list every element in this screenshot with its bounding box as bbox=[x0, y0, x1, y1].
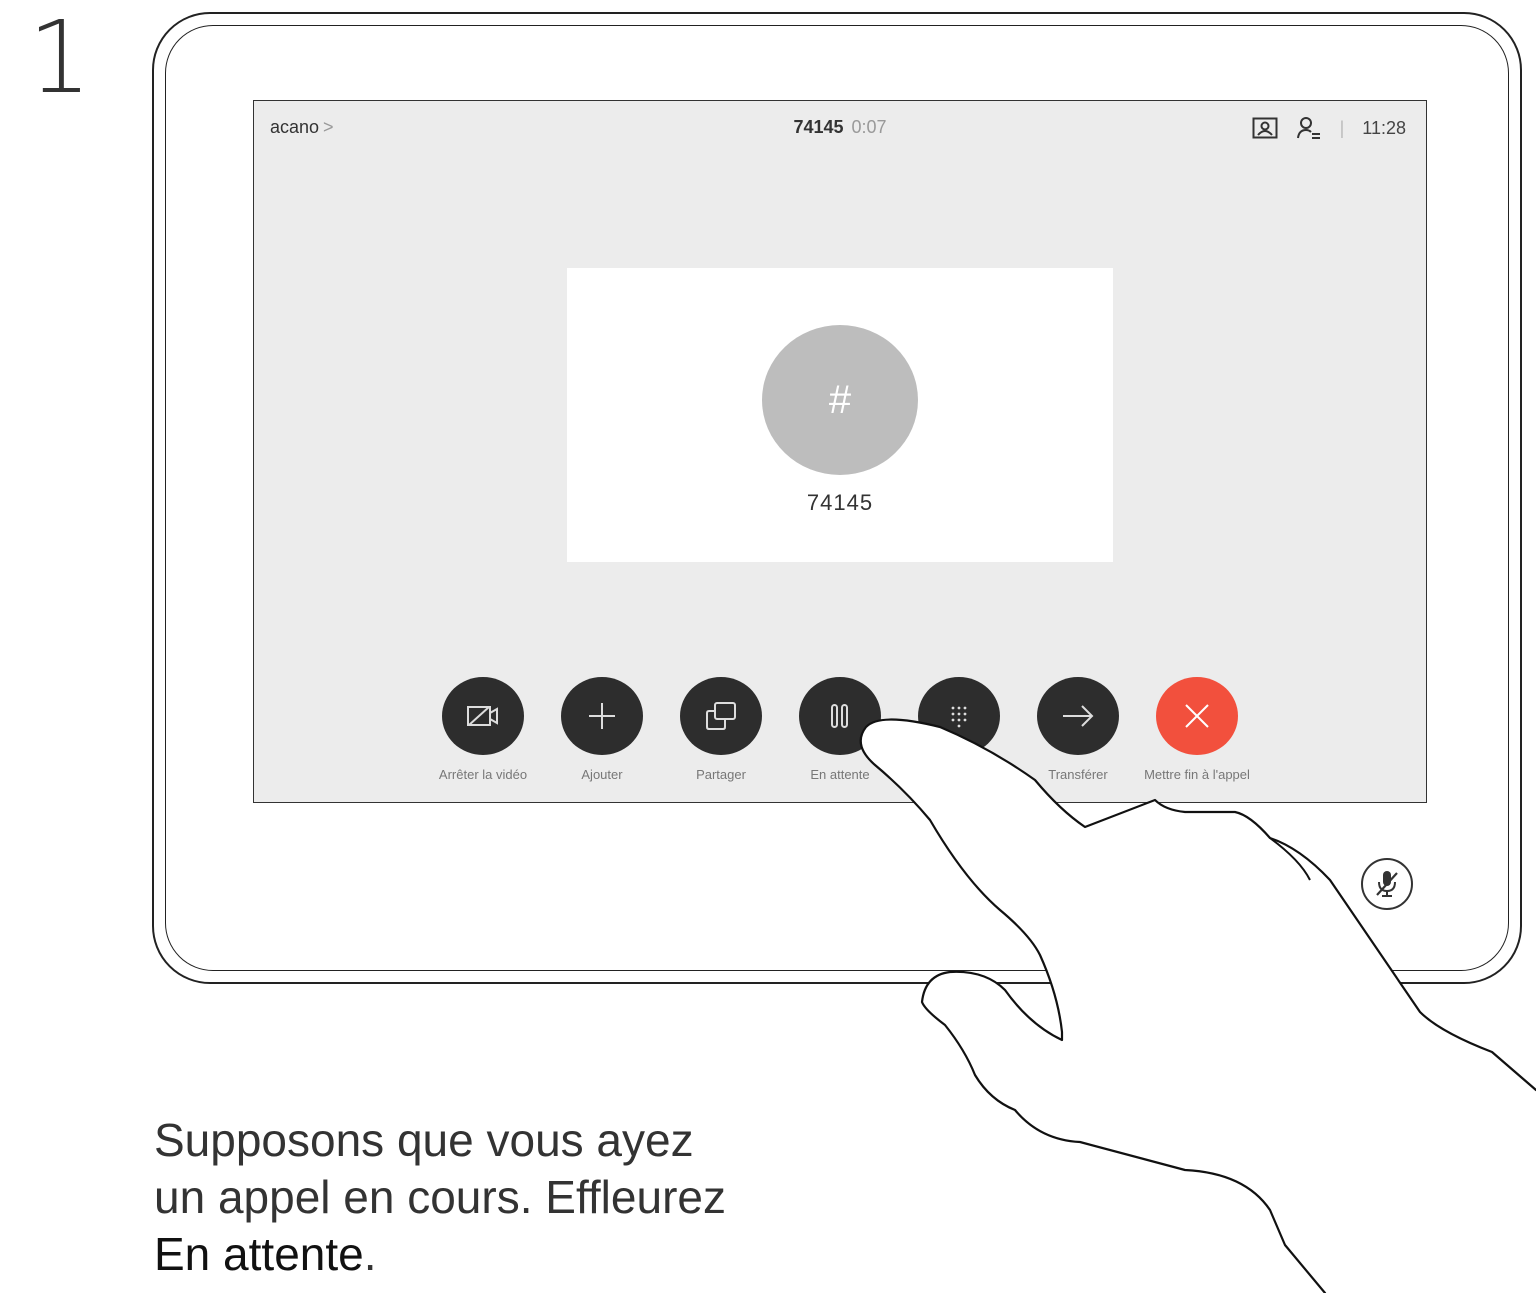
avatar-hash-icon: # bbox=[828, 377, 852, 422]
arrow-right-icon bbox=[1063, 705, 1094, 727]
add-label: Ajouter bbox=[581, 767, 623, 782]
end-call-button[interactable] bbox=[1156, 677, 1238, 755]
caption-emphasis: En attente bbox=[154, 1228, 364, 1280]
hold-button[interactable] bbox=[799, 677, 881, 755]
share-icon bbox=[706, 702, 736, 730]
caption-line-2: un appel en cours. Effleurez bbox=[154, 1171, 726, 1223]
transfer-label: Transférer bbox=[1048, 767, 1108, 782]
stop-video-button[interactable] bbox=[442, 677, 524, 755]
share-label: Partager bbox=[696, 767, 746, 782]
end-call-label: Mettre fin à l'appel bbox=[1144, 767, 1250, 782]
status-separator: | bbox=[1339, 117, 1345, 138]
participant-card: # 74145 bbox=[567, 268, 1113, 562]
hold-control[interactable]: En attente bbox=[780, 677, 900, 782]
pause-icon bbox=[831, 704, 848, 728]
status-right: | 11:28 bbox=[1252, 113, 1406, 143]
keypad-icon bbox=[951, 706, 967, 728]
add-button[interactable] bbox=[561, 677, 643, 755]
close-icon bbox=[1185, 704, 1209, 728]
end-call-control[interactable]: Mettre fin à l'appel bbox=[1137, 677, 1257, 782]
call-number: 74145 bbox=[793, 117, 844, 137]
transfer-control[interactable]: Transférer bbox=[1018, 677, 1138, 782]
touch-screen: acano > 74145 0:07 | 11:28 # 74145 Arrêter… bbox=[253, 100, 1427, 803]
video-off-icon bbox=[467, 706, 498, 726]
avatar: # bbox=[762, 325, 918, 475]
call-duration: 0:07 bbox=[851, 117, 887, 137]
participant-number: 74145 bbox=[806, 490, 874, 515]
keypad-control[interactable] bbox=[899, 677, 1019, 767]
share-button[interactable] bbox=[680, 677, 762, 755]
participants-icon[interactable] bbox=[1296, 116, 1322, 140]
mute-microphone-button[interactable] bbox=[1361, 858, 1413, 910]
caption-end: . bbox=[363, 1228, 377, 1280]
caption-line-1: Supposons que vous ayez bbox=[154, 1114, 694, 1166]
hold-label: En attente bbox=[810, 767, 870, 782]
instruction-caption: Supposons que vous ayez un appel en cour… bbox=[154, 1112, 854, 1283]
step-number: 1 bbox=[28, 0, 92, 116]
call-info: 74145 0:07 bbox=[254, 117, 1426, 138]
share-control[interactable]: Partager bbox=[661, 677, 781, 782]
stop-video-label: Arrêter la vidéo bbox=[438, 767, 528, 782]
add-control[interactable]: Ajouter bbox=[542, 677, 662, 782]
plus-icon bbox=[589, 703, 615, 729]
self-view-icon[interactable] bbox=[1252, 117, 1278, 139]
microphone-muted-icon bbox=[1376, 871, 1398, 897]
clock-time: 11:28 bbox=[1362, 117, 1406, 138]
transfer-button[interactable] bbox=[1037, 677, 1119, 755]
stop-video-control[interactable]: Arrêter la vidéo bbox=[423, 677, 543, 782]
keypad-button[interactable] bbox=[918, 677, 1000, 755]
